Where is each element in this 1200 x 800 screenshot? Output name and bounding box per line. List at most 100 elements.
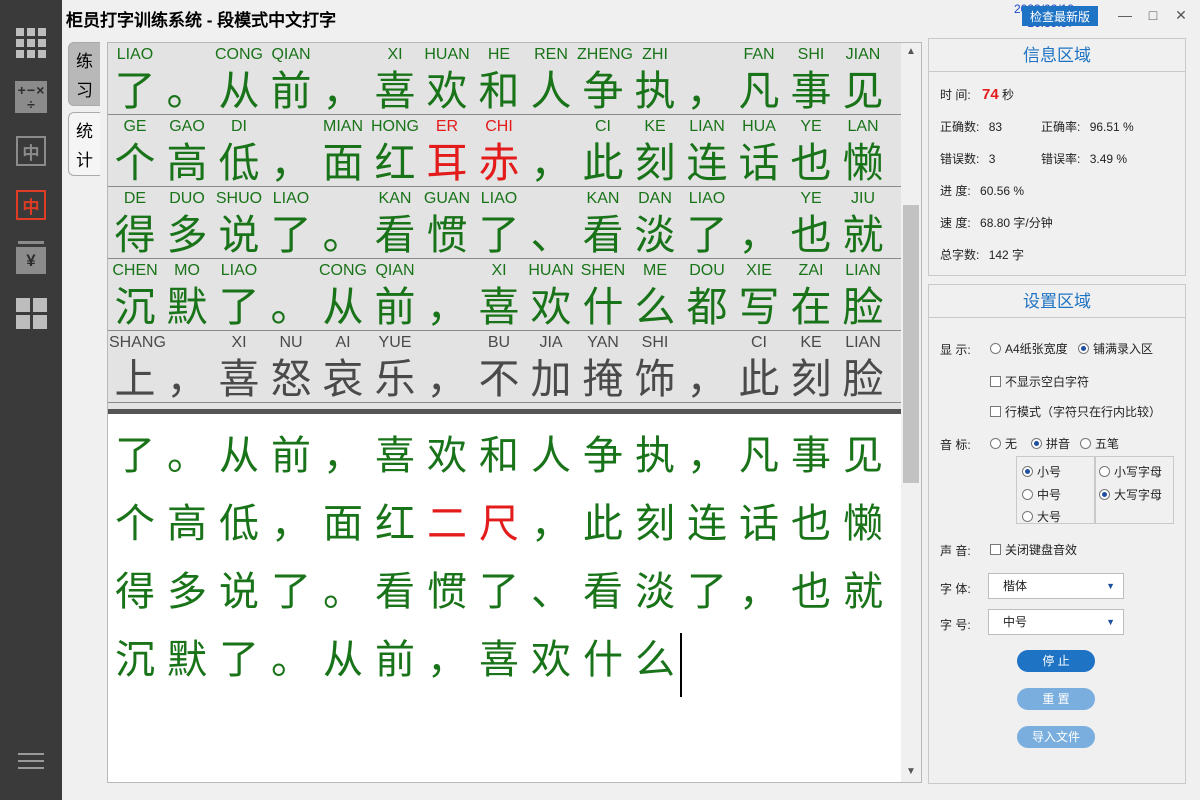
size-small-radio[interactable]: 小号 bbox=[1022, 463, 1061, 480]
pinyin-syllable: GAO bbox=[169, 118, 205, 135]
display-a4-radio[interactable]: A4纸张宽度 bbox=[990, 340, 1068, 357]
fontsize-select[interactable]: 中号 ▼ bbox=[988, 609, 1124, 635]
radio-icon[interactable] bbox=[1022, 511, 1033, 522]
pinyin-syllable: DE bbox=[123, 190, 147, 207]
size-large-radio[interactable]: 大号 bbox=[1022, 508, 1061, 525]
typed-char: 喜 bbox=[479, 637, 519, 683]
original-char: 默 bbox=[166, 283, 208, 331]
typed-char: 尺 bbox=[479, 501, 519, 547]
typed-text-area[interactable]: 了。从前，喜欢和人争执，凡事见个高低，面红二尺，此刻连话也懒得多说了。看惯了、看… bbox=[108, 414, 901, 782]
currency-icon[interactable]: ¥ bbox=[14, 242, 48, 276]
radio-icon[interactable] bbox=[1080, 438, 1091, 449]
pinyin-syllable: KE bbox=[800, 334, 822, 351]
pinyin-syllable: LIAO bbox=[220, 262, 258, 279]
pinyin-syllable: KAN bbox=[378, 190, 412, 207]
no-blank-checkbox[interactable]: 不显示空白字符 bbox=[990, 373, 1089, 390]
pinyin-syllable: HONG bbox=[371, 118, 419, 135]
original-char: 红 bbox=[374, 139, 416, 187]
original-char: ， bbox=[270, 139, 312, 187]
scroll-up-icon[interactable]: ▲ bbox=[901, 43, 921, 61]
checkbox-icon[interactable] bbox=[990, 376, 1001, 387]
tab-statistics-char1: 统 bbox=[76, 122, 93, 141]
size-medium-radio[interactable]: 中号 bbox=[1022, 486, 1061, 503]
radio-icon[interactable] bbox=[990, 343, 1001, 354]
original-char: ， bbox=[322, 67, 364, 115]
radio-selected-icon[interactable] bbox=[1078, 343, 1089, 354]
original-char: 话 bbox=[738, 139, 780, 187]
close-button[interactable]: ✕ bbox=[1170, 4, 1192, 26]
original-char: 了 bbox=[114, 67, 156, 115]
checkbox-icon[interactable] bbox=[990, 544, 1001, 555]
original-char: 淡 bbox=[634, 211, 676, 259]
original-char: ， bbox=[530, 139, 572, 187]
pinyin-syllable: BU bbox=[487, 334, 511, 351]
letter-lower-radio[interactable]: 小写字母 bbox=[1099, 463, 1162, 480]
hamburger-menu-icon[interactable] bbox=[14, 744, 48, 778]
radio-selected-icon[interactable] bbox=[1031, 438, 1042, 449]
typed-char: 懒 bbox=[843, 501, 883, 547]
radio-icon[interactable] bbox=[1099, 466, 1110, 477]
original-char: 什 bbox=[582, 283, 624, 331]
tab-statistics[interactable]: 统 计 bbox=[68, 112, 100, 176]
original-char: ， bbox=[738, 211, 780, 259]
pinyin-syllable: CONG bbox=[215, 46, 263, 63]
original-row: DE DUO SHUO LIAO KAN GUAN LIAO KAN DAN LIAO YE JIU 得… bbox=[108, 187, 901, 259]
chinese-typing-icon[interactable]: 中 bbox=[14, 134, 48, 168]
pinyin-syllable: MIAN bbox=[323, 118, 363, 135]
display-fill-radio[interactable]: 铺满录入区 bbox=[1078, 340, 1153, 357]
phonetic-wubi-radio[interactable]: 五笔 bbox=[1080, 435, 1119, 452]
scroll-thumb[interactable] bbox=[903, 205, 919, 483]
pinyin-syllable: KAN bbox=[586, 190, 620, 207]
line-mode-checkbox[interactable]: 行模式（字符只在行内比较） bbox=[990, 403, 1161, 420]
dashboard-icon[interactable] bbox=[14, 296, 48, 330]
typed-char: 见 bbox=[843, 433, 883, 479]
checkbox-icon[interactable] bbox=[990, 406, 1001, 417]
vertical-scrollbar[interactable]: ▲ ▼ bbox=[901, 43, 921, 782]
radio-selected-icon[interactable] bbox=[1099, 489, 1110, 500]
original-char: 哀 bbox=[322, 355, 364, 403]
radio-selected-icon[interactable] bbox=[1022, 466, 1033, 477]
tab-practice-char1: 练 bbox=[76, 52, 93, 71]
stop-button[interactable]: 停 止 bbox=[1017, 650, 1095, 672]
original-char: 也 bbox=[790, 211, 832, 259]
original-char: 说 bbox=[218, 211, 260, 259]
original-char: ， bbox=[686, 355, 728, 403]
check-update-button[interactable]: 检查最新版 bbox=[1022, 6, 1098, 26]
scroll-down-icon[interactable]: ▼ bbox=[901, 763, 921, 781]
typed-char: 事 bbox=[791, 433, 831, 479]
progress-value: 60.56 % bbox=[980, 184, 1025, 198]
typed-char: 。 bbox=[271, 637, 311, 683]
pinyin-syllable: QIAN bbox=[271, 46, 311, 63]
minimize-button[interactable]: — bbox=[1114, 4, 1136, 26]
original-char: 事 bbox=[790, 67, 832, 115]
original-char: 惯 bbox=[426, 211, 468, 259]
radio-icon[interactable] bbox=[990, 438, 1001, 449]
pinyin-syllable: DI bbox=[231, 118, 247, 135]
typed-char: 沉 bbox=[115, 637, 155, 683]
info-panel-title: 信息区域 bbox=[929, 39, 1185, 72]
sound-off-checkbox[interactable]: 关闭键盘音效 bbox=[990, 541, 1077, 558]
tab-practice-char2: 习 bbox=[76, 81, 93, 100]
calculator-icon[interactable]: + − × ÷ bbox=[14, 80, 48, 114]
maximize-button[interactable]: □ bbox=[1142, 4, 1164, 26]
letter-upper-radio[interactable]: 大写字母 bbox=[1099, 486, 1162, 503]
typed-char: ， bbox=[687, 433, 727, 479]
phonetic-group-divider bbox=[1094, 456, 1096, 524]
original-char: 写 bbox=[738, 283, 780, 331]
reset-button[interactable]: 重 置 bbox=[1017, 688, 1095, 710]
chinese-typing-active-icon[interactable]: 中 bbox=[14, 188, 48, 222]
time-value: 74 bbox=[982, 86, 999, 103]
font-select[interactable]: 楷体 ▼ bbox=[988, 573, 1124, 599]
pinyin-syllable: XIE bbox=[746, 262, 772, 279]
tab-practice[interactable]: 练 习 bbox=[68, 42, 100, 106]
phonetic-pinyin-radio[interactable]: 拼音 bbox=[1031, 435, 1070, 452]
radio-icon[interactable] bbox=[1022, 489, 1033, 500]
total-row: 总字数: 142 字 bbox=[940, 246, 1024, 263]
phonetic-none-radio[interactable]: 无 bbox=[990, 435, 1017, 452]
grid-menu-icon[interactable] bbox=[14, 26, 48, 60]
import-file-button[interactable]: 导入文件 bbox=[1017, 726, 1095, 748]
plus-symbol: + bbox=[17, 82, 26, 98]
pinyin-syllable: YUE bbox=[378, 334, 412, 351]
typed-char: 高 bbox=[167, 501, 207, 547]
original-char: 、 bbox=[530, 211, 572, 259]
